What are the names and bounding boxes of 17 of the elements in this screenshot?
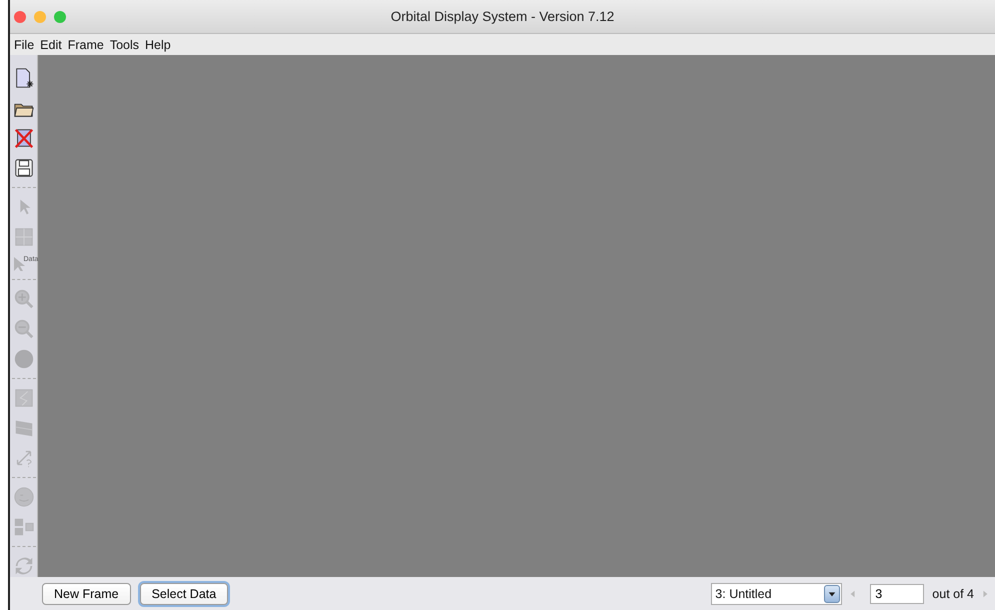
caret-icon	[824, 584, 840, 602]
frame-dropdown[interactable]: 3: Untitled	[711, 582, 842, 604]
minimize-window-button[interactable]	[34, 10, 46, 22]
menu-item[interactable]: Frame	[68, 38, 104, 52]
menu-item[interactable]: Help	[145, 38, 171, 52]
zoom-window-button[interactable]	[54, 10, 66, 22]
button[interactable]: Select Data	[140, 582, 228, 604]
crossed-box-icon[interactable]	[12, 127, 34, 149]
menu-item[interactable]: Edit	[40, 38, 62, 52]
frame-number-field[interactable]: 3	[870, 584, 924, 604]
close-window-button[interactable]	[14, 10, 26, 22]
frame-count: out of 4	[932, 586, 974, 600]
menu-item[interactable]: Tools	[110, 38, 140, 52]
pointer-icon	[14, 257, 24, 271]
window-title: Orbital Display System - Version 7.12	[390, 9, 614, 24]
menu-item[interactable]: File	[14, 38, 34, 52]
button[interactable]: New Frame	[42, 582, 131, 604]
